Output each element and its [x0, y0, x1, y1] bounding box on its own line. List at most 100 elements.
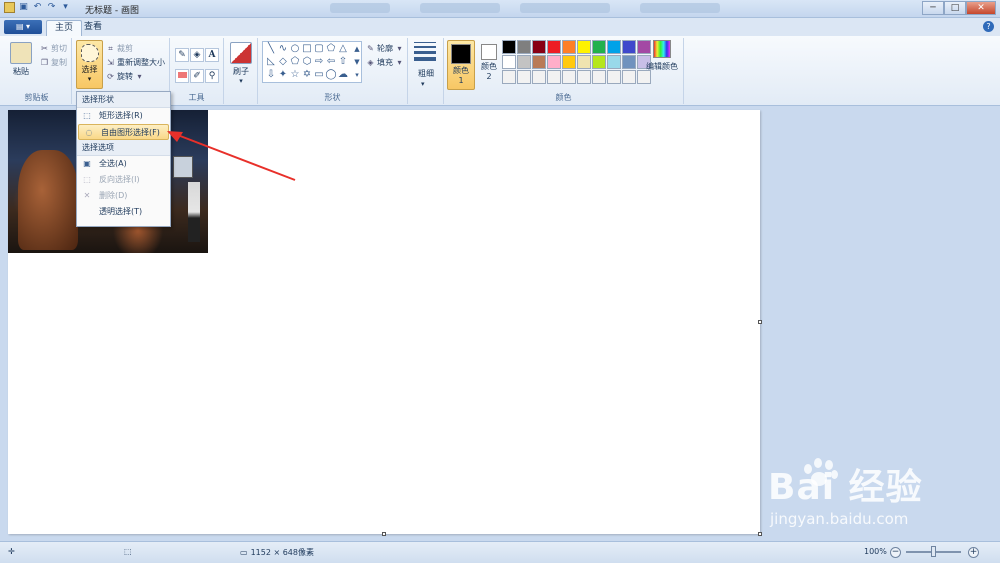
- copy-label: 复制: [51, 58, 67, 67]
- blurred-taskbar-item: [640, 3, 720, 13]
- palette-swatch[interactable]: [622, 55, 636, 69]
- fill-bucket-icon[interactable]: ◈: [190, 48, 204, 62]
- canvas-resize-handle-bottom[interactable]: [382, 532, 386, 536]
- oval-shape-icon[interactable]: ○: [289, 43, 301, 55]
- copy-button[interactable]: ❐ 复制: [40, 57, 67, 68]
- redo-icon[interactable]: ↷: [46, 2, 57, 13]
- palette-swatch[interactable]: [502, 40, 516, 54]
- palette-swatch[interactable]: [547, 55, 561, 69]
- magnifier-icon[interactable]: ⚲: [205, 69, 219, 83]
- cloud-callout-shape-icon[interactable]: ☁: [337, 69, 349, 81]
- delete-item[interactable]: ✕ 删除(D): [77, 188, 170, 204]
- rounded-rect-shape-icon[interactable]: ▢: [313, 43, 325, 55]
- close-button[interactable]: ✕: [966, 1, 996, 15]
- right-triangle-shape-icon[interactable]: ◺: [265, 56, 277, 68]
- callout-shape-icon[interactable]: ▭: [313, 69, 325, 81]
- diamond-shape-icon[interactable]: ◇: [277, 56, 289, 68]
- up-arrow-shape-icon[interactable]: ⇧: [337, 56, 349, 68]
- customize-icon[interactable]: ▾: [60, 2, 71, 13]
- select-button[interactable]: 选择 ▾: [76, 40, 103, 89]
- four-point-star-shape-icon[interactable]: ✦: [277, 69, 289, 81]
- triangle-shape-icon[interactable]: △: [337, 43, 349, 55]
- pencil-icon[interactable]: ✎: [175, 48, 189, 62]
- palette-swatch[interactable]: [592, 70, 606, 84]
- tab-view[interactable]: 查看: [76, 20, 110, 36]
- paint-menu-button[interactable]: ▤ ▾: [4, 20, 42, 34]
- resize-button[interactable]: ⇲ 重新调整大小: [106, 57, 165, 68]
- palette-swatch[interactable]: [532, 55, 546, 69]
- palette-swatch[interactable]: [562, 40, 576, 54]
- canvas-resize-handle-corner[interactable]: [758, 532, 762, 536]
- paste-button[interactable]: 粘贴: [8, 42, 34, 77]
- rect-select-label: 矩形选择(R): [99, 111, 143, 120]
- right-arrow-shape-icon[interactable]: ⇨: [313, 56, 325, 68]
- zoom-in-button[interactable]: +: [968, 547, 979, 558]
- palette-swatch[interactable]: [577, 40, 591, 54]
- left-arrow-shape-icon[interactable]: ⇦: [325, 56, 337, 68]
- undo-icon[interactable]: ↶: [32, 2, 43, 13]
- palette-swatch[interactable]: [622, 70, 636, 84]
- edit-colors-button[interactable]: 编辑颜色: [645, 40, 679, 72]
- palette-swatch[interactable]: [562, 70, 576, 84]
- six-point-star-shape-icon[interactable]: ✡: [301, 69, 313, 81]
- palette-swatch[interactable]: [562, 55, 576, 69]
- palette-swatch[interactable]: [517, 70, 531, 84]
- palette-swatch[interactable]: [592, 55, 606, 69]
- palette-swatch[interactable]: [517, 40, 531, 54]
- scroll-up-icon[interactable]: ▲: [351, 43, 363, 55]
- cut-button[interactable]: ✂ 剪切: [40, 43, 67, 54]
- crop-button[interactable]: ⌗ 裁剪: [106, 43, 133, 54]
- invert-select-item[interactable]: ⬚ 反向选择(I): [77, 172, 170, 188]
- palette-swatch[interactable]: [502, 55, 516, 69]
- help-icon[interactable]: ?: [983, 21, 994, 32]
- pentagon-shape-icon[interactable]: ⬠: [289, 56, 301, 68]
- palette-swatch[interactable]: [532, 40, 546, 54]
- down-arrow-shape-icon[interactable]: ⇩: [265, 69, 277, 81]
- minimize-button[interactable]: ─: [922, 1, 944, 15]
- paint-app-icon[interactable]: [4, 2, 15, 13]
- blurred-taskbar-item: [330, 3, 390, 13]
- scroll-down-icon[interactable]: ▼: [351, 56, 363, 68]
- color2-button[interactable]: 颜色 2: [477, 40, 501, 90]
- brushes-button[interactable]: 刷子 ▾: [228, 42, 254, 85]
- oval-callout-shape-icon[interactable]: ◯: [325, 69, 337, 81]
- palette-swatch[interactable]: [517, 55, 531, 69]
- palette-swatch[interactable]: [502, 70, 516, 84]
- palette-swatch[interactable]: [607, 40, 621, 54]
- hexagon-shape-icon[interactable]: ⬡: [301, 56, 313, 68]
- palette-swatch[interactable]: [532, 70, 546, 84]
- palette-swatch[interactable]: [547, 40, 561, 54]
- save-icon[interactable]: ▣: [18, 2, 29, 13]
- five-point-star-shape-icon[interactable]: ☆: [289, 69, 301, 81]
- palette-swatch[interactable]: [577, 70, 591, 84]
- zoom-slider-thumb[interactable]: [931, 546, 936, 557]
- palette-swatch[interactable]: [622, 40, 636, 54]
- freeform-select-item[interactable]: ◌ 自由图形选择(F): [78, 124, 169, 140]
- palette-swatch[interactable]: [637, 70, 651, 84]
- palette-swatch[interactable]: [607, 55, 621, 69]
- rotate-button[interactable]: ⟳ 旋转 ▾: [106, 71, 144, 82]
- outline-button[interactable]: ✎ 轮廓 ▾: [366, 43, 404, 54]
- size-group[interactable]: 粗细 ▾: [408, 38, 444, 104]
- eraser-icon[interactable]: [175, 69, 189, 83]
- text-icon[interactable]: A: [205, 48, 219, 62]
- palette-swatch[interactable]: [547, 70, 561, 84]
- fill-button[interactable]: ◈ 填充 ▾: [366, 57, 404, 68]
- rectangle-shape-icon[interactable]: □: [301, 43, 313, 55]
- curve-shape-icon[interactable]: ∿: [277, 43, 289, 55]
- color-picker-icon[interactable]: ✐: [190, 69, 204, 83]
- palette-swatch[interactable]: [577, 55, 591, 69]
- canvas-resize-handle-right[interactable]: [758, 320, 762, 324]
- select-options-header: 选择选项: [77, 140, 170, 156]
- line-shape-icon[interactable]: ╲: [265, 43, 277, 55]
- color1-button[interactable]: 颜色 1: [447, 40, 475, 90]
- expand-gallery-icon[interactable]: ▾: [351, 69, 363, 81]
- transparent-select-item[interactable]: 透明选择(T): [77, 204, 170, 220]
- palette-swatch[interactable]: [592, 40, 606, 54]
- maximize-button[interactable]: □: [944, 1, 966, 15]
- rect-select-item[interactable]: ⬚ 矩形选择(R): [77, 108, 170, 124]
- select-all-item[interactable]: ▣ 全选(A): [77, 156, 170, 172]
- palette-swatch[interactable]: [607, 70, 621, 84]
- zoom-out-button[interactable]: −: [890, 547, 901, 558]
- polygon-shape-icon[interactable]: ⬠: [325, 43, 337, 55]
